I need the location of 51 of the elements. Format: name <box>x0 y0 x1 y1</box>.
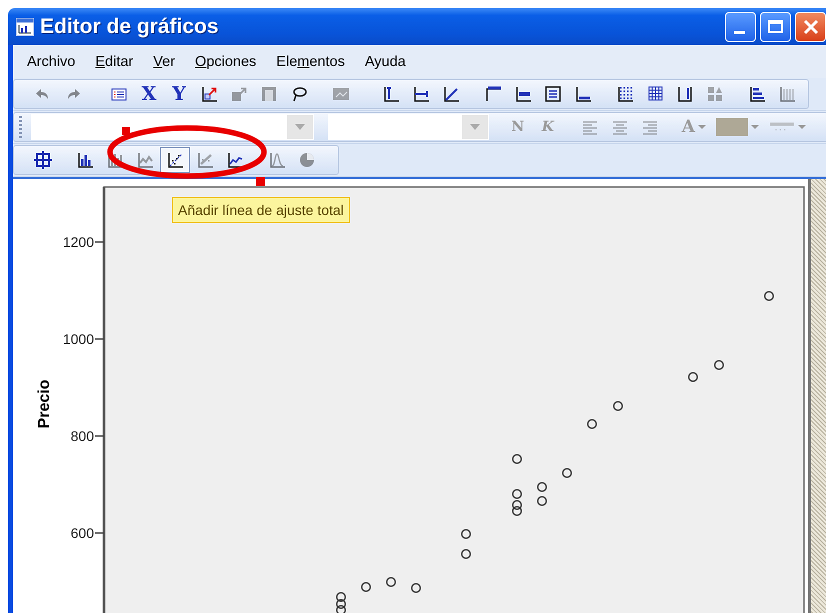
maximize-button[interactable] <box>760 12 791 42</box>
resize-icon <box>230 85 248 103</box>
clustered-bars-icon <box>106 151 124 169</box>
menu-item[interactable]: Ver <box>145 50 184 72</box>
axis-arrow-icon <box>200 85 218 103</box>
frame-icon <box>260 85 278 103</box>
menu-item[interactable]: Opciones <box>187 50 264 72</box>
legend-bar-icon <box>514 85 532 103</box>
chart-window-icon <box>16 18 34 36</box>
tooltip: Añadir línea de ajuste total <box>172 197 350 223</box>
panel-icon <box>332 85 350 103</box>
axis-bar-icon <box>382 85 400 103</box>
pie-chart-icon <box>298 151 316 169</box>
horizontal-bars-icon <box>748 85 766 103</box>
peak-curve-icon <box>268 151 286 169</box>
selection-handle[interactable] <box>122 127 130 135</box>
menu-item[interactable]: Ayuda <box>356 50 414 72</box>
close-button[interactable] <box>795 12 826 42</box>
line-style-icon <box>769 122 795 132</box>
menu-item[interactable]: Archivo <box>19 50 84 72</box>
axis-range-icon <box>412 85 430 103</box>
dropdown-arrow-icon <box>294 123 306 131</box>
tick-label: 1200 <box>62 234 94 250</box>
area-line-icon <box>136 151 154 169</box>
open-axes-icon <box>676 85 694 103</box>
crosshair-grid-icon <box>34 151 52 169</box>
y-axis-button[interactable]: Y <box>164 81 194 107</box>
tick-label: 800 <box>70 428 94 444</box>
diagonal-axis-icon <box>442 85 460 103</box>
dropdown-arrow-icon <box>468 123 481 131</box>
baseline-icon <box>574 85 592 103</box>
scatter-fit-icon <box>166 151 184 169</box>
minimize-button[interactable] <box>725 12 756 42</box>
stacked-squares-icon <box>706 85 724 103</box>
scatter-cloud-icon <box>196 151 214 169</box>
bar-chart-icon <box>76 151 94 169</box>
scatter-fit-button[interactable] <box>160 147 190 173</box>
line-chart-icon <box>226 151 244 169</box>
tick-label: 600 <box>70 525 94 541</box>
text-box-icon <box>544 85 562 103</box>
selection-handle[interactable] <box>256 177 265 186</box>
axis-title: Precio <box>36 380 53 428</box>
dot-grid-icon <box>616 85 634 103</box>
menu-item[interactable]: Editar <box>87 50 142 72</box>
top-frame-icon <box>484 85 502 103</box>
menu-item[interactable]: Elementos <box>268 50 353 72</box>
vertical-lines-icon <box>778 85 796 103</box>
grid-icon <box>646 85 664 103</box>
x-axis-button[interactable]: X <box>134 81 164 107</box>
window-title: Editor de gráficos <box>40 14 219 38</box>
tick-label: 1000 <box>62 331 94 347</box>
